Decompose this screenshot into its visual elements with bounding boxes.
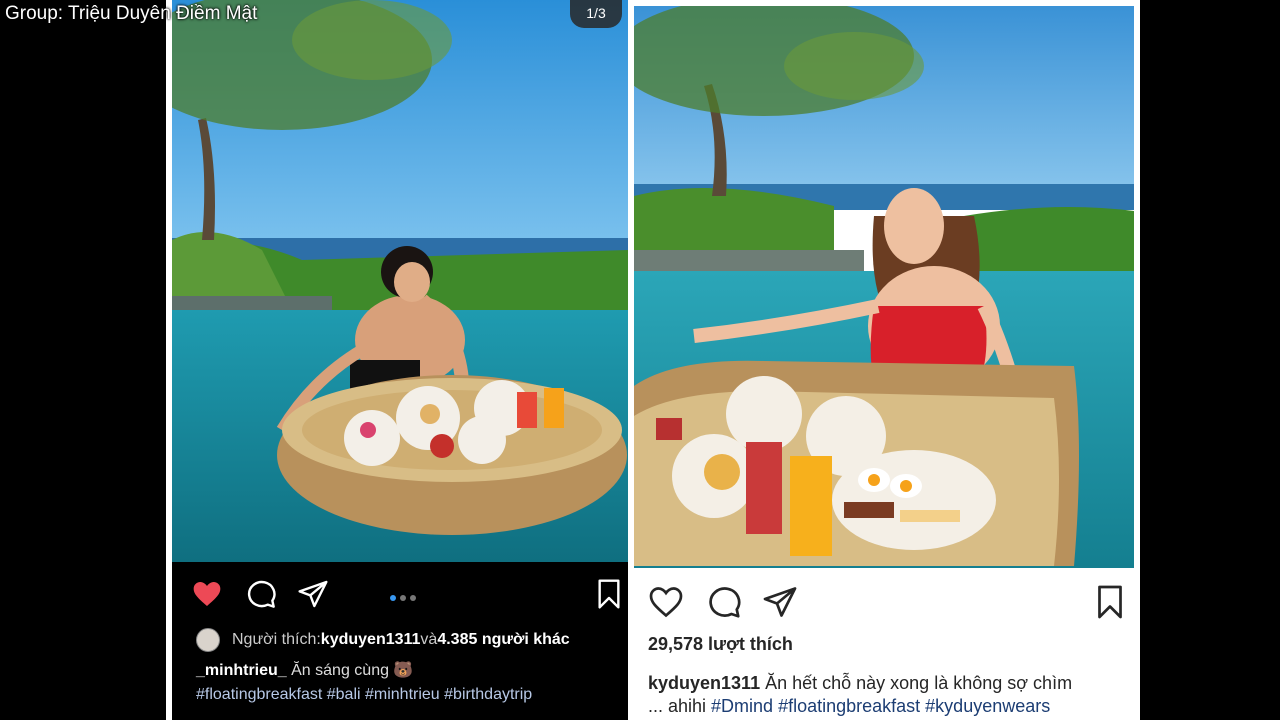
comment-icon[interactable] [706,584,742,620]
heart-icon[interactable] [190,578,224,610]
group-watermark: Group: Triệu Duyên Điềm Mật [5,3,258,24]
carousel-dots [390,588,420,606]
liked-by-others[interactable]: 4.385 người khác [437,631,569,649]
caption: _minhtrieu_ Ăn sáng cùng 🐻 [196,660,626,680]
liked-by-and: và [420,631,438,648]
caption-text: Ăn hết chỗ này xong là không sợ chìm [760,673,1073,693]
liked-by-prefix: Người thích: [232,631,321,648]
image-counter-badge: 1/3 [570,0,622,28]
avatar[interactable] [196,628,220,652]
right-action-bar [634,568,1140,634]
share-icon[interactable] [762,584,798,620]
liked-by-user[interactable]: kyduyen1311 [321,631,421,649]
left-action-bar [172,562,628,624]
share-icon[interactable] [296,578,330,610]
caption: kyduyen1311 Ăn hết chỗ này xong là không… [648,672,1128,718]
post-photo-right[interactable] [634,6,1134,568]
caption-username[interactable]: kyduyen1311 [648,673,760,693]
left-post: 1/3 Người thích: kyduyen1311 và 4.385 ng… [166,0,628,720]
bookmark-icon[interactable] [1092,584,1128,620]
comment-icon[interactable] [244,578,278,610]
likes-count[interactable]: 29,578 lượt thích [648,634,793,655]
liked-by-row: Người thích: kyduyen1311 và 4.385 người … [196,628,570,652]
heart-icon[interactable] [648,584,684,620]
caption-username[interactable]: _minhtrieu_ [196,662,287,679]
hashtags[interactable]: #Dmind #floatingbreakfast #kyduyenwears [711,696,1050,716]
hashtags[interactable]: #floatingbreakfast #bali #minhtrieu #bir… [196,686,532,704]
caption-text: Ăn sáng cùng 🐻 [286,662,414,679]
right-post: 29,578 lượt thích kyduyen1311 Ăn hết chỗ… [628,0,1140,720]
caption-more: ... ahihi [648,696,712,716]
bookmark-icon[interactable] [592,578,626,610]
post-photo-left[interactable] [172,0,628,562]
